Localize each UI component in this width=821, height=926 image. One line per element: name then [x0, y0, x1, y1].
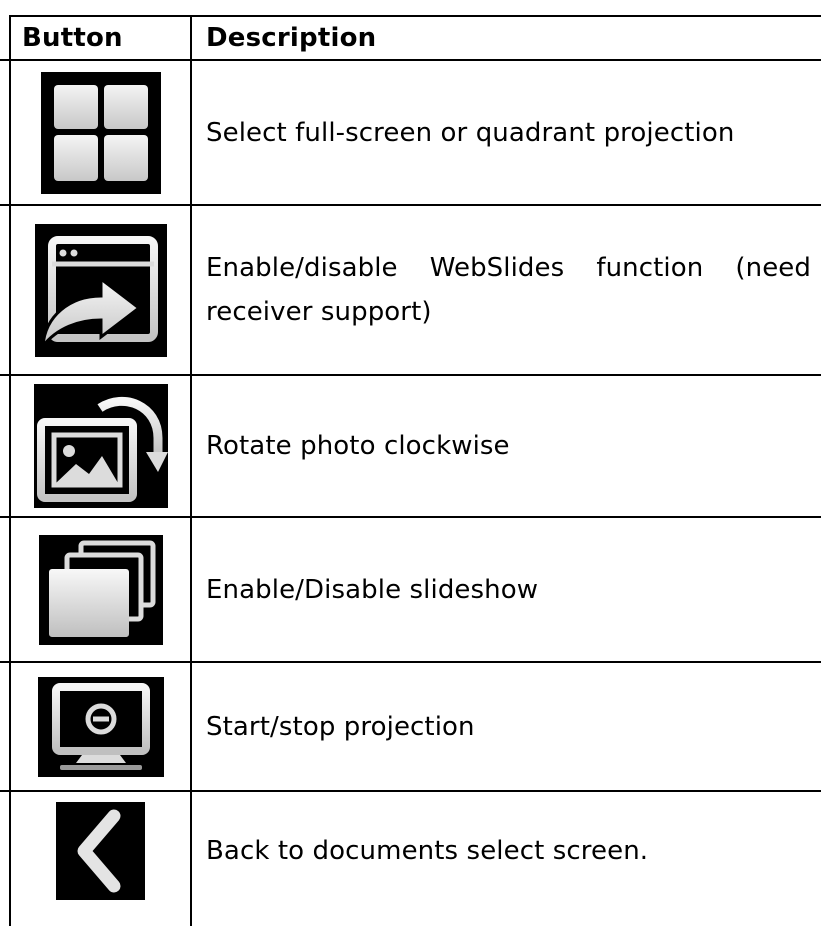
table-row: Start/stop projection	[0, 663, 821, 792]
description-cell: Enable/disable WebSlides function (need …	[206, 253, 811, 327]
description-cell: Start/stop projection	[206, 711, 475, 742]
button-cell	[11, 376, 190, 516]
header-description: Description	[206, 23, 377, 53]
description-cell: Select full-screen or quadrant projectio…	[206, 117, 735, 148]
table-row: Rotate photo clockwise	[0, 376, 821, 518]
button-cell	[11, 206, 190, 374]
description-cell: Back to documents select screen.	[206, 836, 649, 866]
rotate-photo-icon[interactable]	[33, 384, 168, 508]
slideshow-stack-icon[interactable]	[38, 534, 163, 645]
table-row: Back to documents select screen.	[0, 792, 821, 926]
table-header-row: Button Description	[0, 17, 821, 61]
description-cell: Enable/Disable slideshow	[206, 574, 539, 605]
table-row: Select full-screen or quadrant projectio…	[0, 61, 821, 206]
button-cell	[11, 61, 190, 204]
description-cell: Rotate photo clockwise	[206, 431, 510, 461]
table-row: Enable/disable WebSlides function (need …	[0, 206, 821, 376]
table-row: Enable/Disable slideshow	[0, 518, 821, 663]
button-cell	[11, 792, 190, 910]
button-cell	[11, 518, 190, 661]
header-button: Button	[22, 23, 123, 53]
monitor-stop-icon[interactable]	[37, 676, 164, 777]
button-cell	[11, 663, 190, 790]
back-chevron-icon[interactable]	[56, 802, 145, 900]
webslides-window-arrow-icon[interactable]	[34, 223, 167, 357]
quadrant-grid-icon[interactable]	[40, 71, 161, 194]
